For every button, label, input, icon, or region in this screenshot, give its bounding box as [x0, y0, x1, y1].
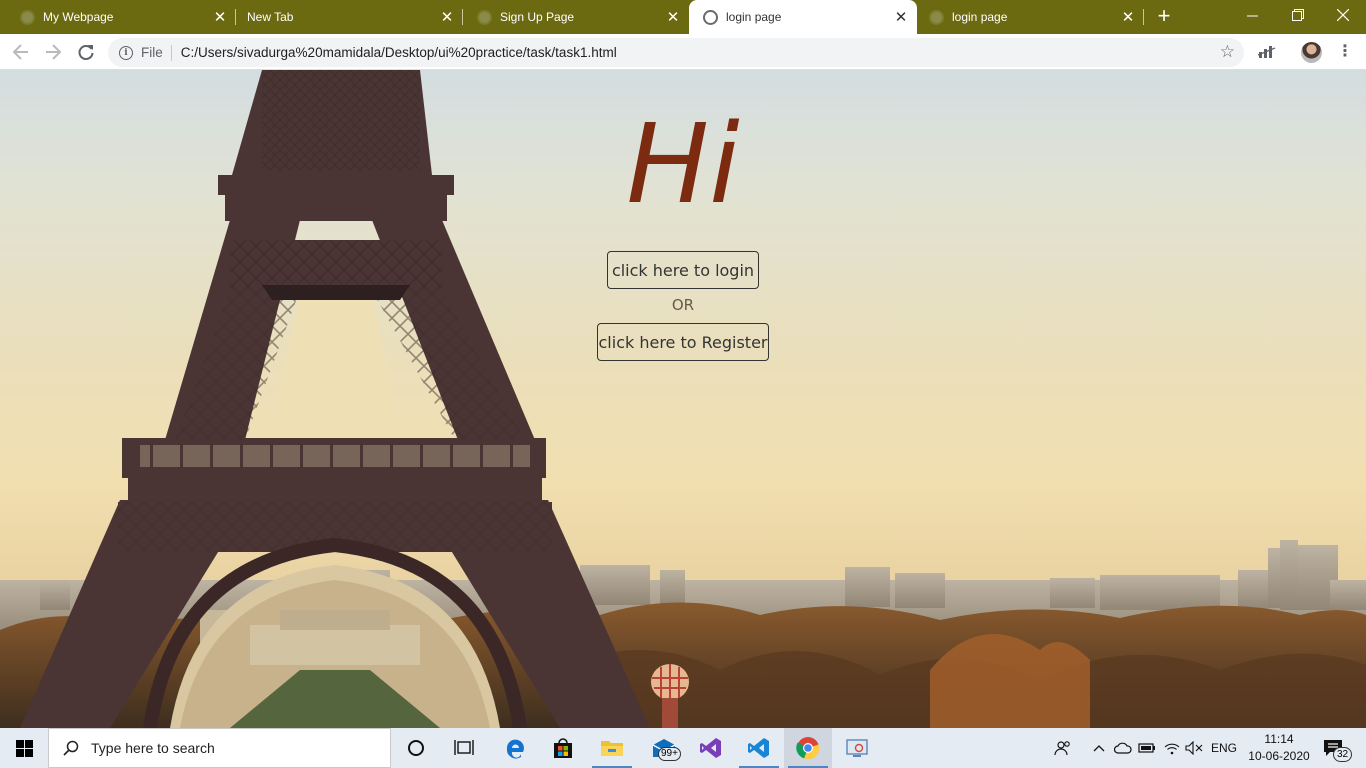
remote-desktop-icon[interactable]	[833, 728, 881, 768]
scheme-label: File	[141, 44, 172, 61]
taskbar-search-box[interactable]: Type here to search	[48, 728, 391, 768]
globe-icon	[929, 9, 944, 25]
globe-icon	[703, 9, 718, 25]
more-menu-icon[interactable]: ⋮	[1337, 43, 1353, 61]
tab-separator	[1143, 9, 1144, 25]
bookmark-star-icon[interactable]: ☆	[1220, 42, 1235, 62]
battery-icon[interactable]	[1137, 728, 1157, 768]
vscode-icon[interactable]	[735, 728, 783, 768]
forward-arrow-icon[interactable]	[41, 40, 65, 64]
register-button[interactable]: click here to Register	[597, 323, 769, 361]
tab-title: login page	[726, 10, 782, 24]
windows-logo-icon	[15, 739, 33, 757]
mail-badge: 99+	[658, 747, 681, 761]
tab-login-page[interactable]: login page ✕	[917, 0, 1144, 34]
store-icon[interactable]	[539, 728, 587, 768]
close-window-icon[interactable]	[1320, 0, 1366, 30]
taskbar-clock[interactable]: 11:14 10-06-2020	[1244, 731, 1314, 765]
new-tab-button[interactable]: +	[1153, 5, 1175, 28]
clock-time: 11:14	[1264, 732, 1294, 746]
or-separator-text: OR	[671, 296, 695, 314]
search-placeholder: Type here to search	[91, 740, 215, 756]
chrome-icon[interactable]	[784, 728, 832, 768]
onedrive-cloud-icon[interactable]	[1113, 728, 1133, 768]
page-viewport: Hi click here to login OR click here to …	[0, 70, 1366, 728]
search-icon	[63, 740, 79, 756]
tab-title: Sign Up Page	[500, 10, 575, 24]
close-tab-icon[interactable]: ✕	[663, 8, 683, 26]
tab-title: New Tab	[247, 10, 294, 24]
login-button[interactable]: click here to login	[607, 251, 759, 289]
volume-muted-icon[interactable]	[1184, 728, 1204, 768]
extension-icon[interactable]	[1257, 45, 1276, 59]
url-text[interactable]: C:/Users/sivadurga%20mamidala/Desktop/ui…	[181, 45, 617, 60]
tab-title: My Webpage	[43, 10, 114, 24]
tab-title: login page	[952, 10, 1008, 24]
visual-studio-icon[interactable]	[687, 728, 735, 768]
start-button[interactable]	[0, 728, 48, 768]
browser-toolbar: i File C:/Users/sivadurga%20mamidala/Des…	[0, 34, 1366, 70]
close-tab-icon[interactable]: ✕	[891, 8, 911, 26]
back-arrow-icon[interactable]	[9, 40, 33, 64]
cortana-icon[interactable]	[392, 728, 440, 768]
minimize-icon[interactable]	[1229, 0, 1275, 30]
notification-count-badge: 32	[1333, 747, 1353, 762]
clock-date: 10-06-2020	[1248, 749, 1310, 763]
tab-strip: My Webpage ✕ New Tab ✕ Sign Up Page ✕ lo…	[0, 0, 1366, 34]
login-landing-content: Hi click here to login OR click here to …	[0, 70, 1366, 728]
greeting-heading: Hi	[626, 100, 740, 228]
people-icon[interactable]	[1052, 728, 1074, 768]
close-tab-icon[interactable]: ✕	[1118, 8, 1138, 26]
task-view-icon[interactable]	[440, 728, 488, 768]
file-explorer-icon[interactable]	[588, 728, 636, 768]
profile-avatar[interactable]	[1301, 42, 1322, 63]
globe-icon	[477, 9, 492, 25]
language-indicator[interactable]: ENG	[1208, 728, 1240, 768]
close-tab-icon[interactable]: ✕	[210, 8, 230, 26]
tab-sign-up-page[interactable]: Sign Up Page ✕	[463, 0, 689, 34]
windows-taskbar: Type here to search 99+ ENG 11:14 10-06-…	[0, 728, 1366, 768]
notification-center-icon[interactable]: 32	[1322, 737, 1353, 762]
chevron-up-icon[interactable]	[1089, 728, 1109, 768]
globe-icon	[20, 9, 35, 25]
restore-icon[interactable]	[1275, 0, 1321, 30]
tab-login-page-active[interactable]: login page ✕	[689, 0, 917, 34]
address-bar[interactable]: i File C:/Users/sivadurga%20mamidala/Des…	[108, 38, 1244, 67]
wifi-icon[interactable]	[1162, 728, 1182, 768]
close-tab-icon[interactable]: ✕	[437, 8, 457, 26]
tab-my-webpage[interactable]: My Webpage ✕	[0, 0, 236, 34]
reload-icon[interactable]	[74, 40, 98, 64]
edge-browser-icon[interactable]	[491, 728, 539, 768]
mail-icon[interactable]: 99+	[640, 728, 688, 768]
tab-new-tab[interactable]: New Tab ✕	[236, 0, 463, 34]
info-icon[interactable]: i	[119, 45, 133, 60]
